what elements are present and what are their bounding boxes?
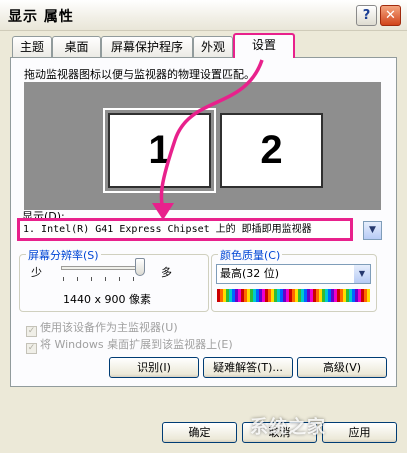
slider-tick <box>91 277 92 281</box>
resolution-more-label: 多 <box>161 266 172 279</box>
resolution-label: 屏幕分辨率(S) <box>26 247 101 263</box>
slider-tick <box>77 277 78 281</box>
slider-tick <box>119 277 120 281</box>
tab-desktop[interactable]: 桌面 <box>52 36 101 57</box>
chevron-down-icon[interactable]: ▼ <box>354 265 370 283</box>
ok-button[interactable]: 确定 <box>162 422 237 443</box>
tab-themes[interactable]: 主题 <box>12 36 52 57</box>
slider-tick <box>105 277 106 281</box>
slider-tick <box>63 277 64 281</box>
monitor-1-icon[interactable]: 1 <box>103 108 216 193</box>
resolution-slider-track[interactable] <box>61 266 143 270</box>
chevron-down-icon[interactable]: ▼ <box>363 221 382 240</box>
color-quality-label: 颜色质量(C) <box>218 247 283 263</box>
help-button[interactable]: ? <box>356 5 377 26</box>
tab-appearance[interactable]: 外观 <box>193 36 233 57</box>
close-button[interactable]: ✕ <box>380 5 401 26</box>
resolution-less-label: 少 <box>31 266 42 279</box>
tab-screensaver[interactable]: 屏幕保护程序 <box>101 36 193 57</box>
extend-desktop-checkbox-row[interactable]: ✓ 将 Windows 桌面扩展到该监视器上(E) <box>26 336 233 354</box>
advanced-button[interactable]: 高级(V) <box>297 357 387 378</box>
checkbox[interactable]: ✓ <box>26 343 37 354</box>
identify-button[interactable]: 识别(I) <box>109 357 199 378</box>
primary-monitor-checkbox-row[interactable]: ✓ 使用该设备作为主监视器(U) <box>26 319 178 337</box>
title-bar: 显示 属性 ? ✕ <box>0 0 407 31</box>
monitor-arrangement-area[interactable]: 1 2 <box>24 82 381 210</box>
settings-panel: 拖动监视器图标以便与监视器的物理设置匹配。 1 2 显示(D): 1. Inte… <box>10 57 397 387</box>
monitor-2-icon[interactable]: 2 <box>220 113 323 188</box>
color-spectrum-bar <box>217 289 370 302</box>
apply-button[interactable]: 应用 <box>322 422 397 443</box>
slider-tick <box>133 277 134 281</box>
primary-monitor-label: 使用该设备作为主监视器(U) <box>40 321 178 334</box>
resolution-slider-thumb[interactable] <box>135 258 145 276</box>
display-select[interactable]: 1. Intel(R) G41 Express Chipset 上的 即插即用监… <box>17 218 353 241</box>
troubleshoot-button[interactable]: 疑难解答(T)... <box>203 357 293 378</box>
resolution-value: 1440 x 900 像素 <box>63 293 151 306</box>
window-title: 显示 属性 <box>8 9 74 25</box>
watermark-logo: 系统之家 <box>250 417 326 438</box>
color-quality-select[interactable]: 最高(32 位) <box>216 264 371 284</box>
extend-desktop-label: 将 Windows 桌面扩展到该监视器上(E) <box>40 338 233 351</box>
tab-settings[interactable]: 设置 <box>233 33 295 58</box>
instruction-text: 拖动监视器图标以便与监视器的物理设置匹配。 <box>24 68 255 81</box>
